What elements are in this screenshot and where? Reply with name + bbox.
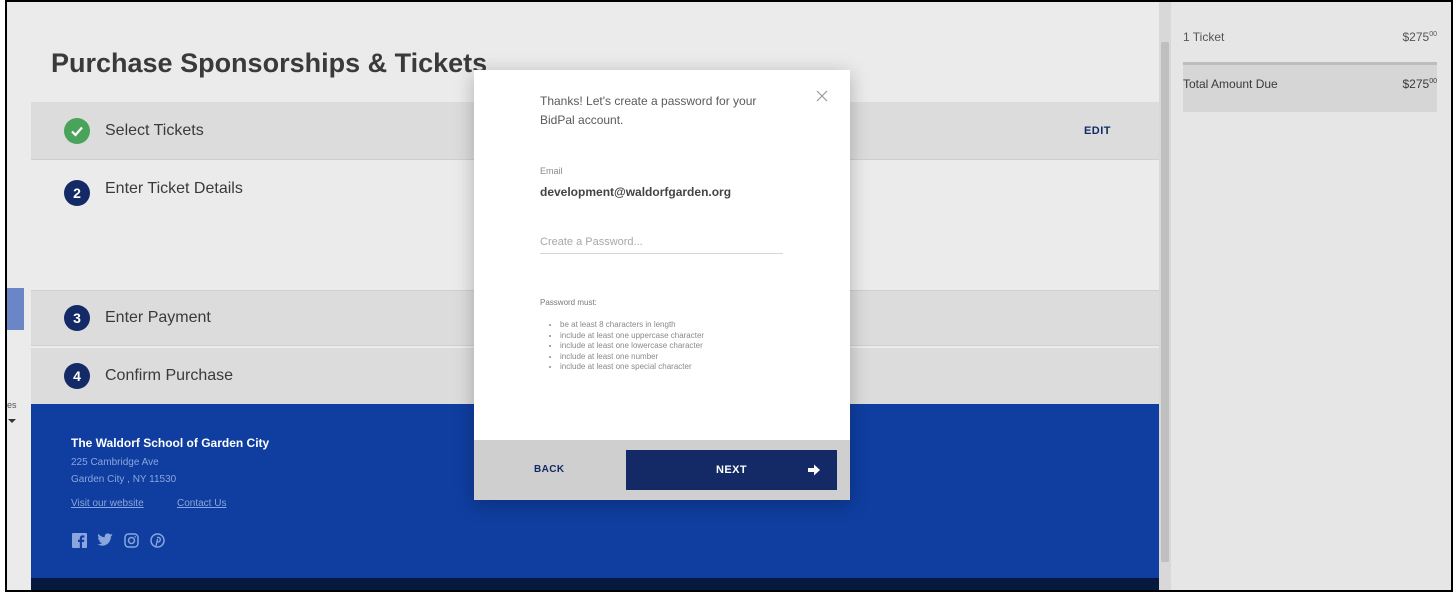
step-label: Select Tickets — [105, 121, 204, 139]
step-label: Confirm Purchase — [105, 367, 234, 384]
pinterest-icon[interactable] — [149, 532, 165, 548]
footer-address-line1: 225 Cambridge Ave — [71, 457, 159, 468]
contact-us-link[interactable]: Contact Us — [177, 498, 226, 509]
instagram-icon[interactable] — [123, 532, 139, 548]
social-links — [71, 532, 165, 548]
footer-org-name: The Waldorf School of Garden City — [71, 436, 270, 450]
modal-heading: Thanks! Let's create a password for your… — [540, 94, 757, 127]
total-label: Total Amount Due — [1183, 77, 1278, 91]
scrollbar-thumb[interactable] — [1161, 42, 1169, 562]
requirement-item: include at least one lowercase character — [560, 341, 704, 352]
step-number-badge: 4 — [64, 363, 90, 389]
line-item-label: 1 Ticket — [1183, 30, 1225, 44]
password-requirements-list: be at least 8 characters in length inclu… — [560, 320, 704, 373]
visit-website-link[interactable]: Visit our website — [71, 498, 144, 509]
password-input[interactable] — [540, 230, 783, 254]
modal-footer: BACK NEXT — [474, 440, 850, 500]
requirement-item: include at least one number — [560, 352, 704, 363]
requirement-item: include at least one uppercase character — [560, 331, 704, 342]
step-number-badge: 2 — [64, 180, 90, 206]
password-requirements-title: Password must: — [540, 298, 597, 307]
next-button[interactable]: NEXT — [626, 450, 837, 490]
line-item-amount: $27500 — [1402, 30, 1438, 44]
step-number-badge: 3 — [64, 305, 90, 331]
footer-address-line2: Garden City , NY 11530 — [71, 474, 177, 485]
chevron-down-icon — [8, 419, 16, 423]
step-label: Enter Payment — [105, 309, 211, 326]
requirement-item: be at least 8 characters in length — [560, 320, 704, 331]
summary-total: Total Amount Due $27500 — [1183, 77, 1437, 91]
requirement-item: include at least one special character — [560, 362, 704, 373]
facebook-icon[interactable] — [71, 532, 87, 548]
email-label: Email — [540, 166, 563, 176]
step-label: Enter Ticket Details — [105, 180, 243, 197]
back-button[interactable]: BACK — [534, 464, 565, 475]
edit-link[interactable]: EDIT — [1084, 125, 1111, 137]
create-password-modal: Thanks! Let's create a password for your… — [474, 70, 850, 500]
next-label: NEXT — [716, 464, 747, 476]
page-title: Purchase Sponsorships & Tickets — [51, 48, 488, 78]
left-accent-bar — [7, 288, 24, 330]
page-frame: es Purchase Sponsorships & Tickets Selec… — [5, 0, 1453, 592]
total-amount: $27500 — [1402, 77, 1438, 91]
footer-bottom-bar — [31, 578, 1159, 590]
arrow-right-icon — [808, 464, 820, 476]
summary-line-item: 1 Ticket $27500 — [1183, 30, 1437, 44]
twitter-icon[interactable] — [97, 532, 113, 548]
email-value: development@waldorfgarden.org — [540, 185, 732, 199]
check-icon — [64, 117, 90, 144]
edge-text: es — [7, 400, 17, 410]
close-icon[interactable] — [814, 88, 830, 104]
order-summary: 1 Ticket $27500 Total Amount Due $27500 — [1171, 2, 1451, 590]
